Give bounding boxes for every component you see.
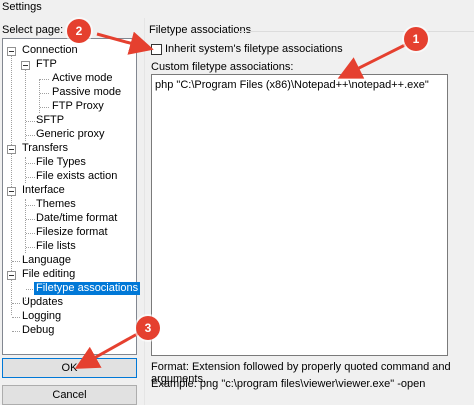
tree-item-active-mode[interactable]: Active mode	[52, 72, 113, 85]
tree-line	[25, 65, 26, 141]
group-title: Filetype associations	[149, 24, 252, 36]
tree-line	[12, 261, 20, 262]
tree-line	[26, 121, 35, 122]
arrow-1	[337, 43, 406, 79]
custom-associations-label: Custom filetype associations:	[151, 61, 294, 73]
cancel-button[interactable]: Cancel	[2, 385, 137, 405]
tree-line	[40, 107, 49, 108]
custom-associations-textarea[interactable]: php "C:\Program Files (x86)\Notepad++\no…	[151, 74, 448, 356]
group-separator	[238, 31, 474, 32]
tree-line	[12, 331, 20, 332]
tree-item-updates[interactable]: Updates	[22, 296, 63, 309]
tree-item-passive-mode[interactable]: Passive mode	[52, 86, 121, 99]
window-title: Settings	[2, 1, 42, 13]
inherit-checkbox-label[interactable]: Inherit system's filetype associations	[165, 43, 343, 55]
tree-line	[12, 317, 20, 318]
panel-divider	[144, 18, 145, 405]
annotation-badge-2: 2	[67, 19, 91, 43]
select-page-label: Select page:	[2, 24, 64, 36]
tree-item-language[interactable]: Language	[22, 254, 71, 267]
tree-line	[26, 163, 35, 164]
tree-item-file-editing[interactable]: File editing	[22, 268, 75, 281]
collapse-icon[interactable]	[7, 271, 16, 280]
settings-tree[interactable]: Connection FTP Active mode Passive mode …	[2, 38, 141, 355]
tree-item-filesize-format[interactable]: Filesize format	[36, 226, 108, 239]
tree-item-file-exists-action[interactable]: File exists action	[36, 170, 117, 183]
tree-item-filetype-associations[interactable]: Filetype associations	[34, 282, 141, 295]
collapse-icon[interactable]	[7, 47, 16, 56]
tree-item-date-time-format[interactable]: Date/time format	[36, 212, 117, 225]
tree-item-ftp[interactable]: FTP	[36, 58, 57, 71]
annotation-badge-3: 3	[136, 316, 160, 340]
tree-item-transfers[interactable]: Transfers	[22, 142, 68, 155]
tree-item-connection[interactable]: Connection	[22, 44, 78, 57]
tree-line	[26, 247, 35, 248]
ok-button[interactable]: OK	[2, 358, 137, 378]
tree-line	[40, 79, 49, 80]
annotation-badge-1: 1	[404, 27, 428, 51]
inherit-checkbox[interactable]	[151, 44, 162, 55]
tree-line	[26, 205, 35, 206]
tree-item-file-types[interactable]: File Types	[36, 156, 86, 169]
tree-item-logging[interactable]: Logging	[22, 310, 61, 323]
tree-line	[25, 199, 26, 253]
collapse-icon[interactable]	[7, 187, 16, 196]
tree-line	[25, 157, 26, 183]
tree-item-file-lists[interactable]: File lists	[36, 240, 76, 253]
tree-line	[26, 219, 35, 220]
tree-item-themes[interactable]: Themes	[36, 198, 76, 211]
tree-item-ftp-proxy[interactable]: FTP Proxy	[52, 100, 104, 113]
tree-item-debug[interactable]: Debug	[22, 324, 54, 337]
collapse-icon[interactable]	[7, 145, 16, 154]
tree-item-sftp[interactable]: SFTP	[36, 114, 64, 127]
tree-line	[40, 93, 49, 94]
tree-line	[26, 233, 35, 234]
tree-line	[26, 135, 35, 136]
tree-item-generic-proxy[interactable]: Generic proxy	[36, 128, 104, 141]
example-hint: Example: png "c:\program files\viewer\vi…	[151, 378, 426, 390]
collapse-icon[interactable]	[21, 61, 30, 70]
tree-line	[26, 177, 35, 178]
tree-line	[12, 303, 20, 304]
tree-item-interface[interactable]: Interface	[22, 184, 65, 197]
